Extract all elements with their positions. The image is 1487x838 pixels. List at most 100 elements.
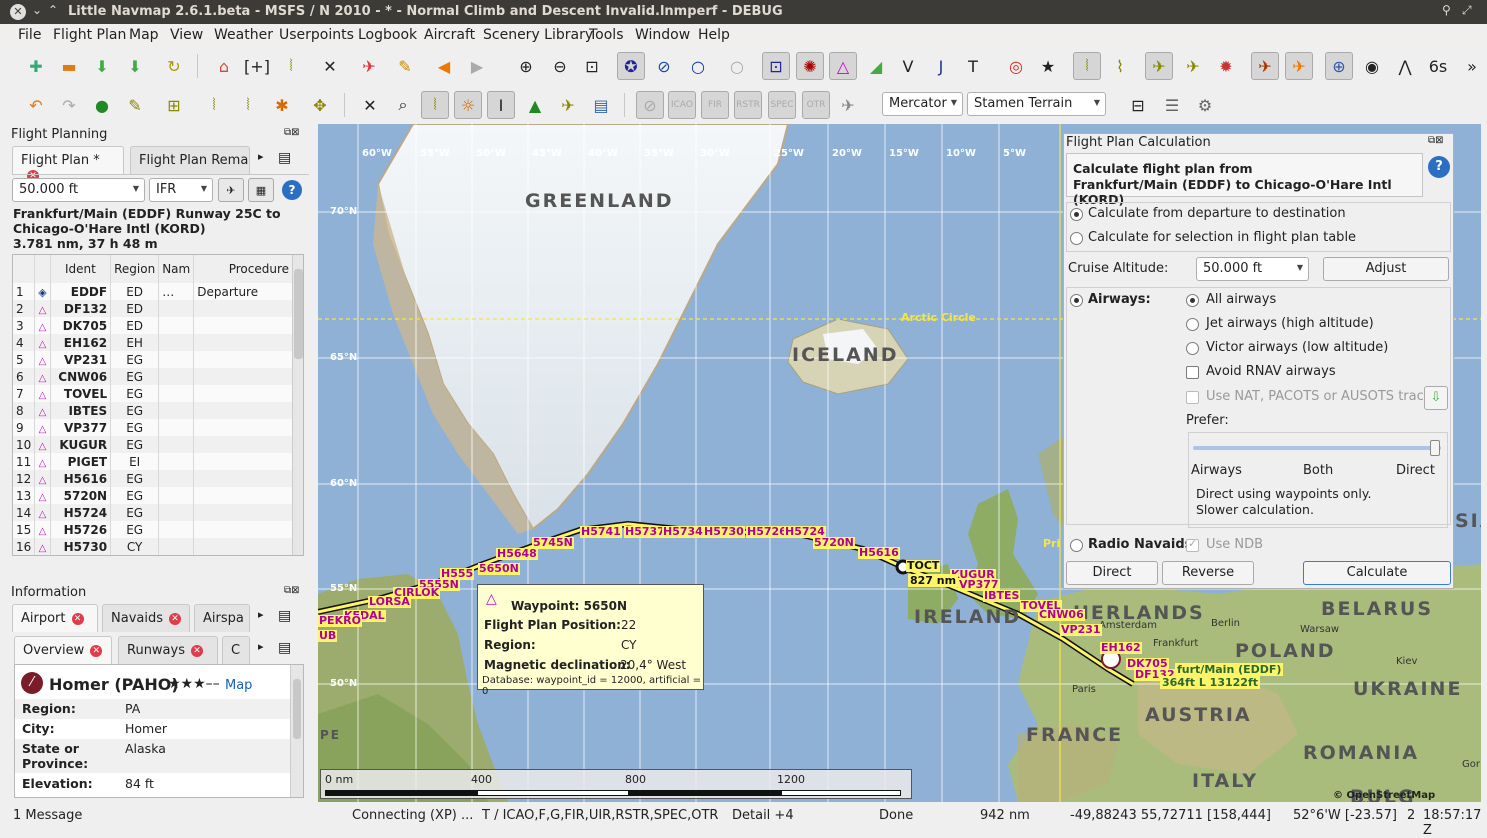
map-waypoint-label[interactable]: EH162 <box>1100 642 1142 654</box>
menu-help[interactable]: Help <box>698 27 730 43</box>
info-tab-scroll-icon[interactable]: ▸ <box>258 608 264 621</box>
undo-icon[interactable]: ↶ <box>22 91 50 119</box>
airspace-settings-icon[interactable]: ✈ <box>834 91 862 119</box>
pin-icon[interactable]: ⚲ <box>1442 3 1451 17</box>
check-avoid-rnav[interactable] <box>1186 366 1199 379</box>
userpoints-icon[interactable]: ◎ <box>1002 52 1030 80</box>
col-region[interactable]: Region <box>110 255 160 283</box>
flight-plan-table[interactable]: Ident Region Nam Procedure 1 ◈ EDDF ED… Depa… <box>12 254 304 556</box>
airspace-rstr-icon[interactable]: RSTR <box>734 91 762 119</box>
grid-icon[interactable]: ⊕ <box>1325 52 1353 80</box>
ndb-dot-icon[interactable]: ✺ <box>796 52 824 80</box>
vor-box-icon[interactable]: ⊡ <box>762 52 790 80</box>
col-ident[interactable]: Ident <box>50 255 112 283</box>
table-row[interactable]: 4 △ EH162 EH <box>13 334 293 351</box>
map-waypoint-label[interactable]: LORSA <box>368 596 411 608</box>
table-row[interactable]: 16 △ H5730 CY <box>13 538 293 555</box>
table-row[interactable]: 5 △ VP231 EG <box>13 351 293 368</box>
airport-filter-icon[interactable]: ✪ <box>617 52 645 80</box>
calculate-button[interactable]: Calculate <box>1303 561 1451 585</box>
table-row[interactable]: 14 △ H5724 EG <box>13 504 293 521</box>
aircraft-perf-icon[interactable]: ✈ <box>218 178 244 202</box>
info-icon[interactable]: I <box>487 91 515 119</box>
dep-dest-icon[interactable]: ● <box>88 91 116 119</box>
forward-icon[interactable]: ▶ <box>463 52 491 80</box>
calculate-route-icon[interactable]: ✈ <box>355 52 383 80</box>
panel-float-icon[interactable]: ⧉⊠ <box>284 127 300 138</box>
map-waypoint-label[interactable]: 5720N <box>813 537 855 549</box>
map-waypoint-label[interactable]: PEKRO <box>318 615 362 627</box>
victor-airways-icon[interactable]: V <box>894 52 922 80</box>
waypoint-triangle-icon[interactable]: △ <box>829 52 857 80</box>
radio-jet-airways[interactable] <box>1186 318 1199 331</box>
save-as-icon[interactable]: ⬇ <box>121 52 149 80</box>
tab-airspace[interactable]: Airspa <box>194 604 250 632</box>
airspace-otr-icon[interactable]: OTR <box>802 91 830 119</box>
map-waypoint-label[interactable]: H5730 <box>703 526 745 538</box>
airspace-fir-icon[interactable]: FIR <box>701 91 729 119</box>
reverse-button[interactable]: Reverse <box>1162 561 1254 585</box>
route-icon[interactable]: ⦚ <box>277 52 305 80</box>
vor-icon[interactable]: ⊘ <box>650 52 678 80</box>
save-icon[interactable]: ⬇ <box>88 52 116 80</box>
help-icon[interactable]: ? <box>279 178 305 202</box>
col-name[interactable]: Nam <box>158 255 195 283</box>
menu-view[interactable]: View <box>170 27 203 43</box>
menu-logbook[interactable]: Logbook <box>358 27 417 43</box>
subtab-scroll-icon[interactable]: ▸ <box>258 640 264 653</box>
table-row[interactable]: 15 △ H5726 EG <box>13 521 293 538</box>
airspace-spec-icon[interactable]: SPEC <box>768 91 796 119</box>
cursor-icon[interactable]: ✥ <box>306 91 334 119</box>
tab-flight-plan-remarks[interactable]: Flight Plan Remar <box>130 146 250 174</box>
map-theme-select[interactable]: Stamen Terrain <box>967 92 1106 116</box>
table-row[interactable]: 10 △ KUGUR EG <box>13 436 293 453</box>
radio-airways[interactable] <box>1070 294 1083 307</box>
close-window-icon[interactable]: ✕ <box>10 4 26 20</box>
map-waypoint-label[interactable]: VP231 <box>1060 624 1102 636</box>
move-down-icon[interactable]: ⦚ <box>234 91 262 119</box>
calc-float-icon[interactable]: ⧉⊠ <box>1428 135 1444 146</box>
zoom-in-icon[interactable]: ⊕ <box>512 52 540 80</box>
map-waypoint-label[interactable]: UB <box>318 630 338 642</box>
flatten-icon[interactable]: ✎ <box>391 52 419 80</box>
table-row[interactable]: 3 △ DK705 ED <box>13 317 293 334</box>
radio-radio-navaids[interactable] <box>1070 539 1083 552</box>
radio-departure-destination[interactable] <box>1070 208 1083 221</box>
sun-shading-icon[interactable]: ◉ <box>1358 52 1386 80</box>
mountain-icon[interactable]: ⋀ <box>1391 52 1419 80</box>
tab-menu-icon[interactable]: ▤ <box>278 150 291 166</box>
calc-icon[interactable]: ▦ <box>248 178 274 202</box>
table-row[interactable]: 1 ◈ EDDF ED… Departure <box>13 283 293 300</box>
col-procedure[interactable]: Procedure <box>193 255 293 283</box>
status-messages[interactable]: 1 Message <box>13 808 82 823</box>
jet-airways-icon[interactable]: J <box>927 52 955 80</box>
map-settings-icon[interactable]: ⊟ <box>1124 91 1152 119</box>
direct-to-icon[interactable]: ✕ <box>356 91 384 119</box>
direct-button[interactable]: Direct <box>1066 561 1158 585</box>
map-waypoint-label[interactable]: 5745N <box>532 537 574 549</box>
info-tab-menu-icon[interactable]: ▤ <box>278 608 291 624</box>
add-position-icon[interactable]: [+] <box>243 52 271 80</box>
map-waypoint-label[interactable]: H5726 <box>746 526 788 538</box>
subtab-menu-icon[interactable]: ▤ <box>278 640 291 656</box>
table-scrollbar[interactable] <box>292 255 303 555</box>
aircraft-center-icon[interactable]: ✈ <box>554 91 582 119</box>
toolbar-overflow-icon[interactable]: » <box>1458 52 1486 80</box>
table-row[interactable]: 11 △ PIGET EI <box>13 453 293 470</box>
zoom-out-icon[interactable]: ⊖ <box>546 52 574 80</box>
tab-navaids[interactable]: Navaids ✕ <box>102 604 190 632</box>
edit-route-icon[interactable]: ✎ <box>121 91 149 119</box>
ai-aircraft-icon[interactable]: ✈ <box>1251 52 1279 80</box>
download-tracks-icon[interactable]: ⇩ <box>1424 386 1448 410</box>
menu-window[interactable]: Window <box>635 27 690 43</box>
map-waypoint-label[interactable]: IBTES <box>983 590 1021 602</box>
info-float-icon[interactable]: ⧉⊠ <box>284 585 300 596</box>
reload-icon[interactable]: ↻ <box>160 52 188 80</box>
maximize-icon[interactable]: ⤢ <box>1462 3 1472 18</box>
redo-icon[interactable]: ↷ <box>55 91 83 119</box>
gear-icon[interactable]: ⚙ <box>1191 91 1219 119</box>
cruise-altitude-field[interactable]: 50.000 ft <box>1196 257 1309 281</box>
route-direct-icon[interactable]: ✕ <box>316 52 344 80</box>
menu-weather[interactable]: Weather <box>214 27 273 43</box>
show-route-icon[interactable]: ⦚ <box>421 91 449 119</box>
